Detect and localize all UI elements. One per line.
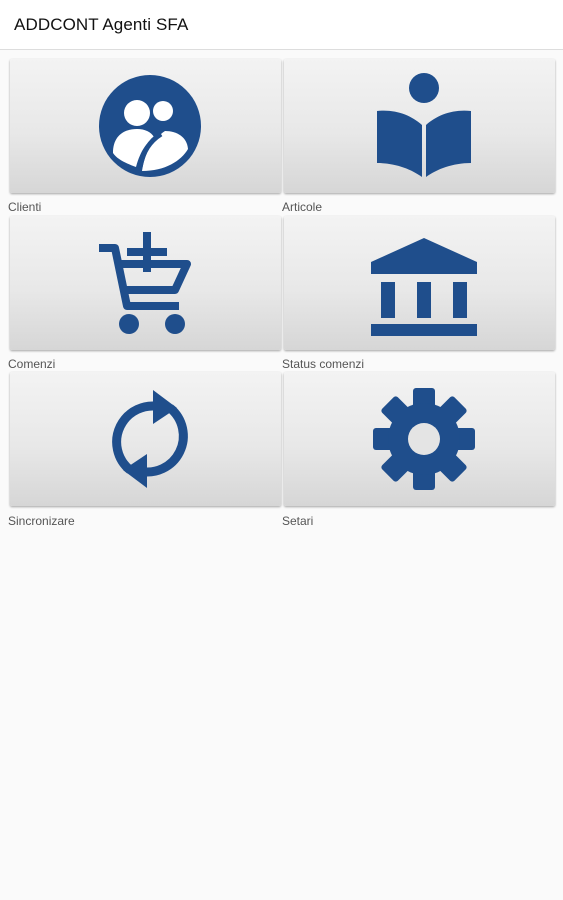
- app-title: ADDCONT Agenti SFA: [14, 15, 189, 34]
- book-reader-icon: [377, 73, 471, 177]
- bank-icon: [371, 238, 477, 336]
- status-comenzi-tile[interactable]: [284, 216, 555, 350]
- sync-icon: [112, 390, 188, 488]
- sincronizare-tile[interactable]: [10, 372, 281, 506]
- setari-label: Setari: [282, 514, 314, 528]
- setari-tile[interactable]: [284, 372, 555, 506]
- app-bar: ADDCONT Agenti SFA: [0, 0, 563, 50]
- gear-icon: [373, 388, 475, 490]
- status-comenzi-label: Status comenzi: [282, 357, 365, 371]
- comenzi-tile[interactable]: [10, 216, 281, 350]
- sincronizare-label: Sincronizare: [8, 514, 75, 528]
- clienti-label: Clienti: [8, 200, 42, 214]
- add-to-cart-icon: [99, 232, 191, 334]
- articole-label: Articole: [282, 200, 323, 214]
- clients-icon: [99, 75, 201, 177]
- articole-tile[interactable]: [284, 59, 555, 193]
- clienti-tile[interactable]: [10, 59, 281, 193]
- comenzi-label: Comenzi: [8, 357, 56, 371]
